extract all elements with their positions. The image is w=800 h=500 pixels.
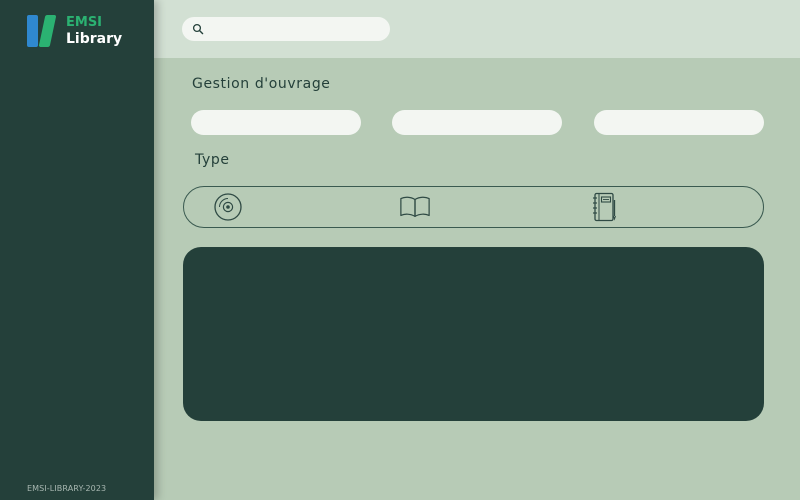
input-field-2[interactable] [392, 110, 562, 135]
logo-line1: EMSI [66, 15, 103, 30]
type-notebook-button[interactable] [588, 192, 620, 222]
book-icon [400, 196, 430, 218]
search-bar[interactable] [182, 17, 390, 41]
page-title: Gestion d'ouvrage [192, 76, 331, 92]
header [154, 0, 800, 58]
input-field-1[interactable] [191, 110, 361, 135]
logo-green-bar [38, 15, 57, 47]
sidebar-footer: EMSI-LIBRARY-2023 [27, 484, 107, 493]
logo-mark-icon [27, 14, 61, 48]
app-window: EMSI Library EMSI-LIBRARY-2023 Gestion d… [0, 0, 800, 500]
logo-blue-bar [27, 15, 38, 47]
main-content: Gestion d'ouvrage Type [154, 58, 800, 500]
input-field-3[interactable] [594, 110, 764, 135]
content-panel [183, 247, 764, 421]
logo-line2: Library [66, 31, 123, 47]
notebook-icon [593, 192, 616, 222]
logo-text: EMSI Library [66, 14, 122, 48]
cd-icon [214, 193, 242, 221]
type-cd-button[interactable] [212, 192, 244, 222]
sidebar: EMSI Library EMSI-LIBRARY-2023 [0, 0, 154, 500]
type-selector [183, 186, 764, 228]
type-book-button[interactable] [399, 192, 431, 222]
type-label: Type [195, 152, 230, 168]
search-icon [192, 23, 204, 35]
logo: EMSI Library [27, 14, 122, 48]
search-input[interactable] [210, 20, 380, 38]
